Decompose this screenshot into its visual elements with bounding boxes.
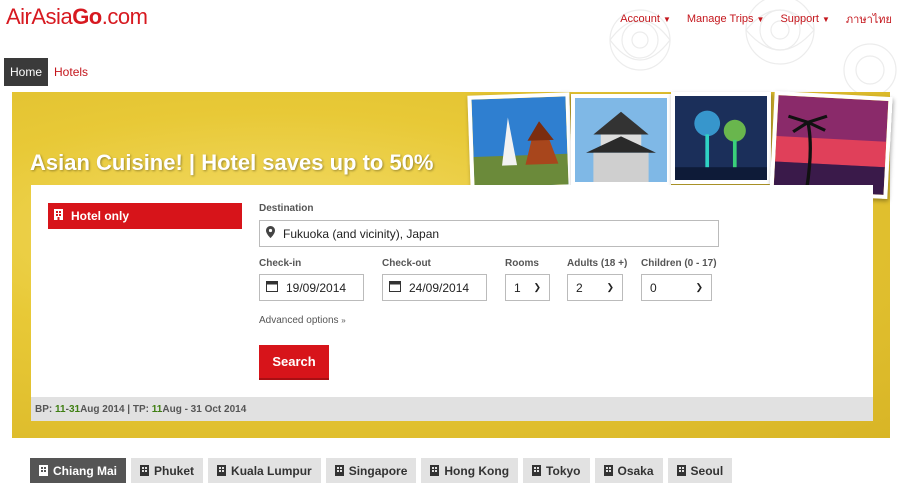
banner-headline: Asian Cuisine! | Hotel saves up to 50% (30, 150, 434, 175)
building-icon (532, 465, 542, 476)
double-chevron-down-icon: » (341, 316, 346, 325)
building-icon (54, 209, 63, 223)
city-tab-phuket[interactable]: Phuket (131, 458, 204, 483)
support-menu[interactable]: Support ▼ (780, 10, 829, 28)
chevron-down-icon: ❯ (533, 282, 541, 292)
chevron-down-icon: ❯ (606, 282, 614, 292)
airasiago-logo[interactable]: AirAsiaGo.com (6, 4, 148, 30)
building-icon (676, 465, 686, 476)
building-icon (430, 465, 440, 476)
adults-select[interactable]: 2 ❯ (567, 274, 623, 301)
building-icon (334, 465, 344, 476)
beach-sunset-photo (769, 90, 893, 200)
children-value: 0 (650, 280, 657, 295)
children-label: Children (0 - 17) (641, 258, 717, 269)
destination-label: Destination (259, 203, 314, 214)
nav-hotels[interactable]: Hotels (48, 58, 94, 86)
chevron-down-icon: ▼ (821, 14, 830, 24)
city-tab-hong-kong[interactable]: Hong Kong (421, 458, 519, 483)
advanced-options-link[interactable]: Advanced options » (259, 315, 346, 326)
temple-photo (467, 92, 573, 192)
rooms-label: Rooms (505, 258, 539, 269)
city-tab-osaka[interactable]: Osaka (594, 458, 663, 483)
map-pin-icon (266, 226, 275, 241)
chevron-down-icon: ▼ (662, 14, 671, 24)
checkin-label: Check-in (259, 258, 302, 269)
building-icon (39, 465, 48, 476)
checkout-date-value: 24/09/2014 (409, 280, 470, 295)
hotel-only-tab[interactable]: Hotel only (48, 203, 242, 229)
booking-period-bar: BP: 11 - 31 Aug 2014 | TP: 11 Aug - 31 O… (31, 397, 873, 421)
city-tabs: Chiang Mai Phuket Kuala Lumpur Singapore… (30, 458, 733, 483)
chevron-down-icon: ▼ (756, 14, 765, 24)
city-tab-singapore[interactable]: Singapore (325, 458, 417, 483)
building-icon (217, 465, 227, 476)
chevron-down-icon: ❯ (695, 282, 703, 292)
city-tab-tokyo[interactable]: Tokyo (523, 458, 590, 483)
checkout-date-input[interactable]: 24/09/2014 (382, 274, 487, 301)
calendar-icon (266, 280, 278, 295)
site-header: AirAsiaGo.com Account ▼ Manage Trips ▼ S… (0, 0, 900, 92)
hotel-only-label: Hotel only (71, 209, 130, 223)
main-navigation: Home Hotels (4, 58, 94, 86)
language-thai-link[interactable]: ภาษาไทย (846, 10, 892, 28)
children-select[interactable]: 0 ❯ (641, 274, 712, 301)
hotel-search-panel: Hotel only Destination Fukuoka (and vici… (31, 185, 873, 397)
destination-value: Fukuoka (and vicinity), Japan (283, 226, 440, 241)
checkin-date-value: 19/09/2014 (286, 280, 347, 295)
nav-home[interactable]: Home (4, 58, 49, 86)
castle-photo (571, 94, 671, 186)
calendar-icon (389, 280, 401, 295)
city-tab-chiang-mai[interactable]: Chiang Mai (30, 458, 127, 483)
adults-value: 2 (576, 280, 583, 295)
city-tab-kuala-lumpur[interactable]: Kuala Lumpur (208, 458, 321, 483)
building-icon (603, 465, 613, 476)
account-menu[interactable]: Account ▼ (620, 10, 671, 28)
gardens-night-photo (671, 92, 771, 184)
building-icon (140, 465, 150, 476)
checkin-date-input[interactable]: 19/09/2014 (259, 274, 364, 301)
manage-trips-menu[interactable]: Manage Trips ▼ (687, 10, 765, 28)
rooms-select[interactable]: 1 ❯ (505, 274, 550, 301)
city-tab-seoul[interactable]: Seoul (667, 458, 733, 483)
destination-input[interactable]: Fukuoka (and vicinity), Japan (259, 220, 719, 247)
adults-label: Adults (18 +) (567, 258, 628, 269)
search-button[interactable]: Search (259, 345, 329, 380)
top-navigation: Account ▼ Manage Trips ▼ Support ▼ ภาษาไ… (620, 10, 892, 28)
checkout-label: Check-out (382, 258, 431, 269)
rooms-value: 1 (514, 280, 521, 295)
